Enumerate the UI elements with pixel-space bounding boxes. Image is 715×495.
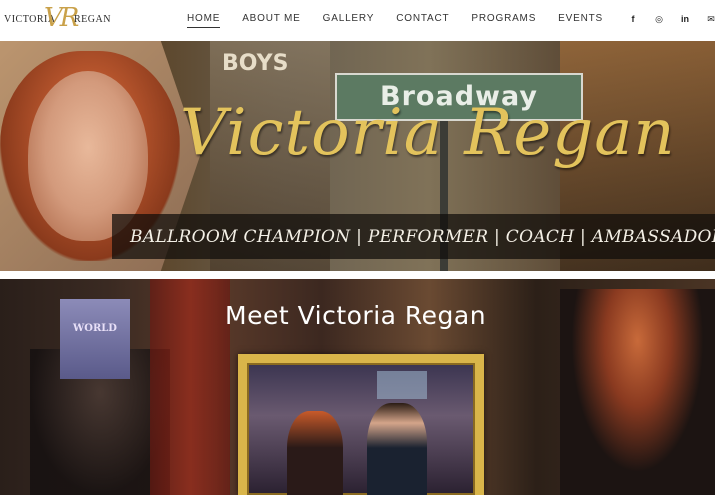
nav-home[interactable]: HOME bbox=[187, 13, 221, 28]
email-icon[interactable]: ✉ bbox=[698, 14, 715, 25]
background-portrait-photo bbox=[560, 289, 715, 495]
world-poster: WORLD bbox=[60, 299, 130, 379]
meet-heading: Meet Victoria Regan bbox=[225, 301, 487, 330]
nav-events[interactable]: EVENTS bbox=[558, 13, 603, 28]
site-header: VICTORIA VR REGAN HOME ABOUT ME GALLERY … bbox=[0, 0, 715, 41]
hero-banner: BOYS Broadway Victoria Regan BALLROOM CH… bbox=[0, 41, 715, 271]
marquee-sign-text: BOYS bbox=[222, 51, 289, 76]
linkedin-icon[interactable]: in bbox=[672, 14, 698, 25]
main-nav: HOME ABOUT ME GALLERY CONTACT PROGRAMS E… bbox=[187, 13, 625, 28]
facebook-icon[interactable]: f bbox=[620, 14, 646, 25]
nav-gallery[interactable]: GALLERY bbox=[323, 13, 375, 28]
social-links: f ◎ in ✉ bbox=[620, 14, 715, 25]
logo-name-right: REGAN bbox=[74, 14, 111, 25]
hero-tagline: BALLROOM CHAMPION | PERFORMER | COACH | … bbox=[130, 227, 715, 247]
site-logo[interactable]: VICTORIA VR REGAN bbox=[4, 3, 114, 35]
logo-monogram: VR bbox=[44, 3, 79, 33]
meet-section: WORLD Meet Victoria Regan bbox=[0, 279, 715, 495]
nav-about-me[interactable]: ABOUT ME bbox=[242, 13, 300, 28]
dancer-man bbox=[367, 403, 427, 495]
hero-title: Victoria Regan bbox=[180, 96, 676, 170]
instagram-icon[interactable]: ◎ bbox=[646, 14, 672, 25]
gold-frame-video[interactable] bbox=[238, 354, 484, 495]
ballroom-screen bbox=[377, 371, 427, 399]
stage-curtain bbox=[150, 279, 230, 495]
section-divider bbox=[0, 271, 715, 279]
nav-contact[interactable]: CONTACT bbox=[396, 13, 449, 28]
dancer-woman bbox=[287, 411, 343, 495]
nav-programs[interactable]: PROGRAMS bbox=[471, 13, 536, 28]
